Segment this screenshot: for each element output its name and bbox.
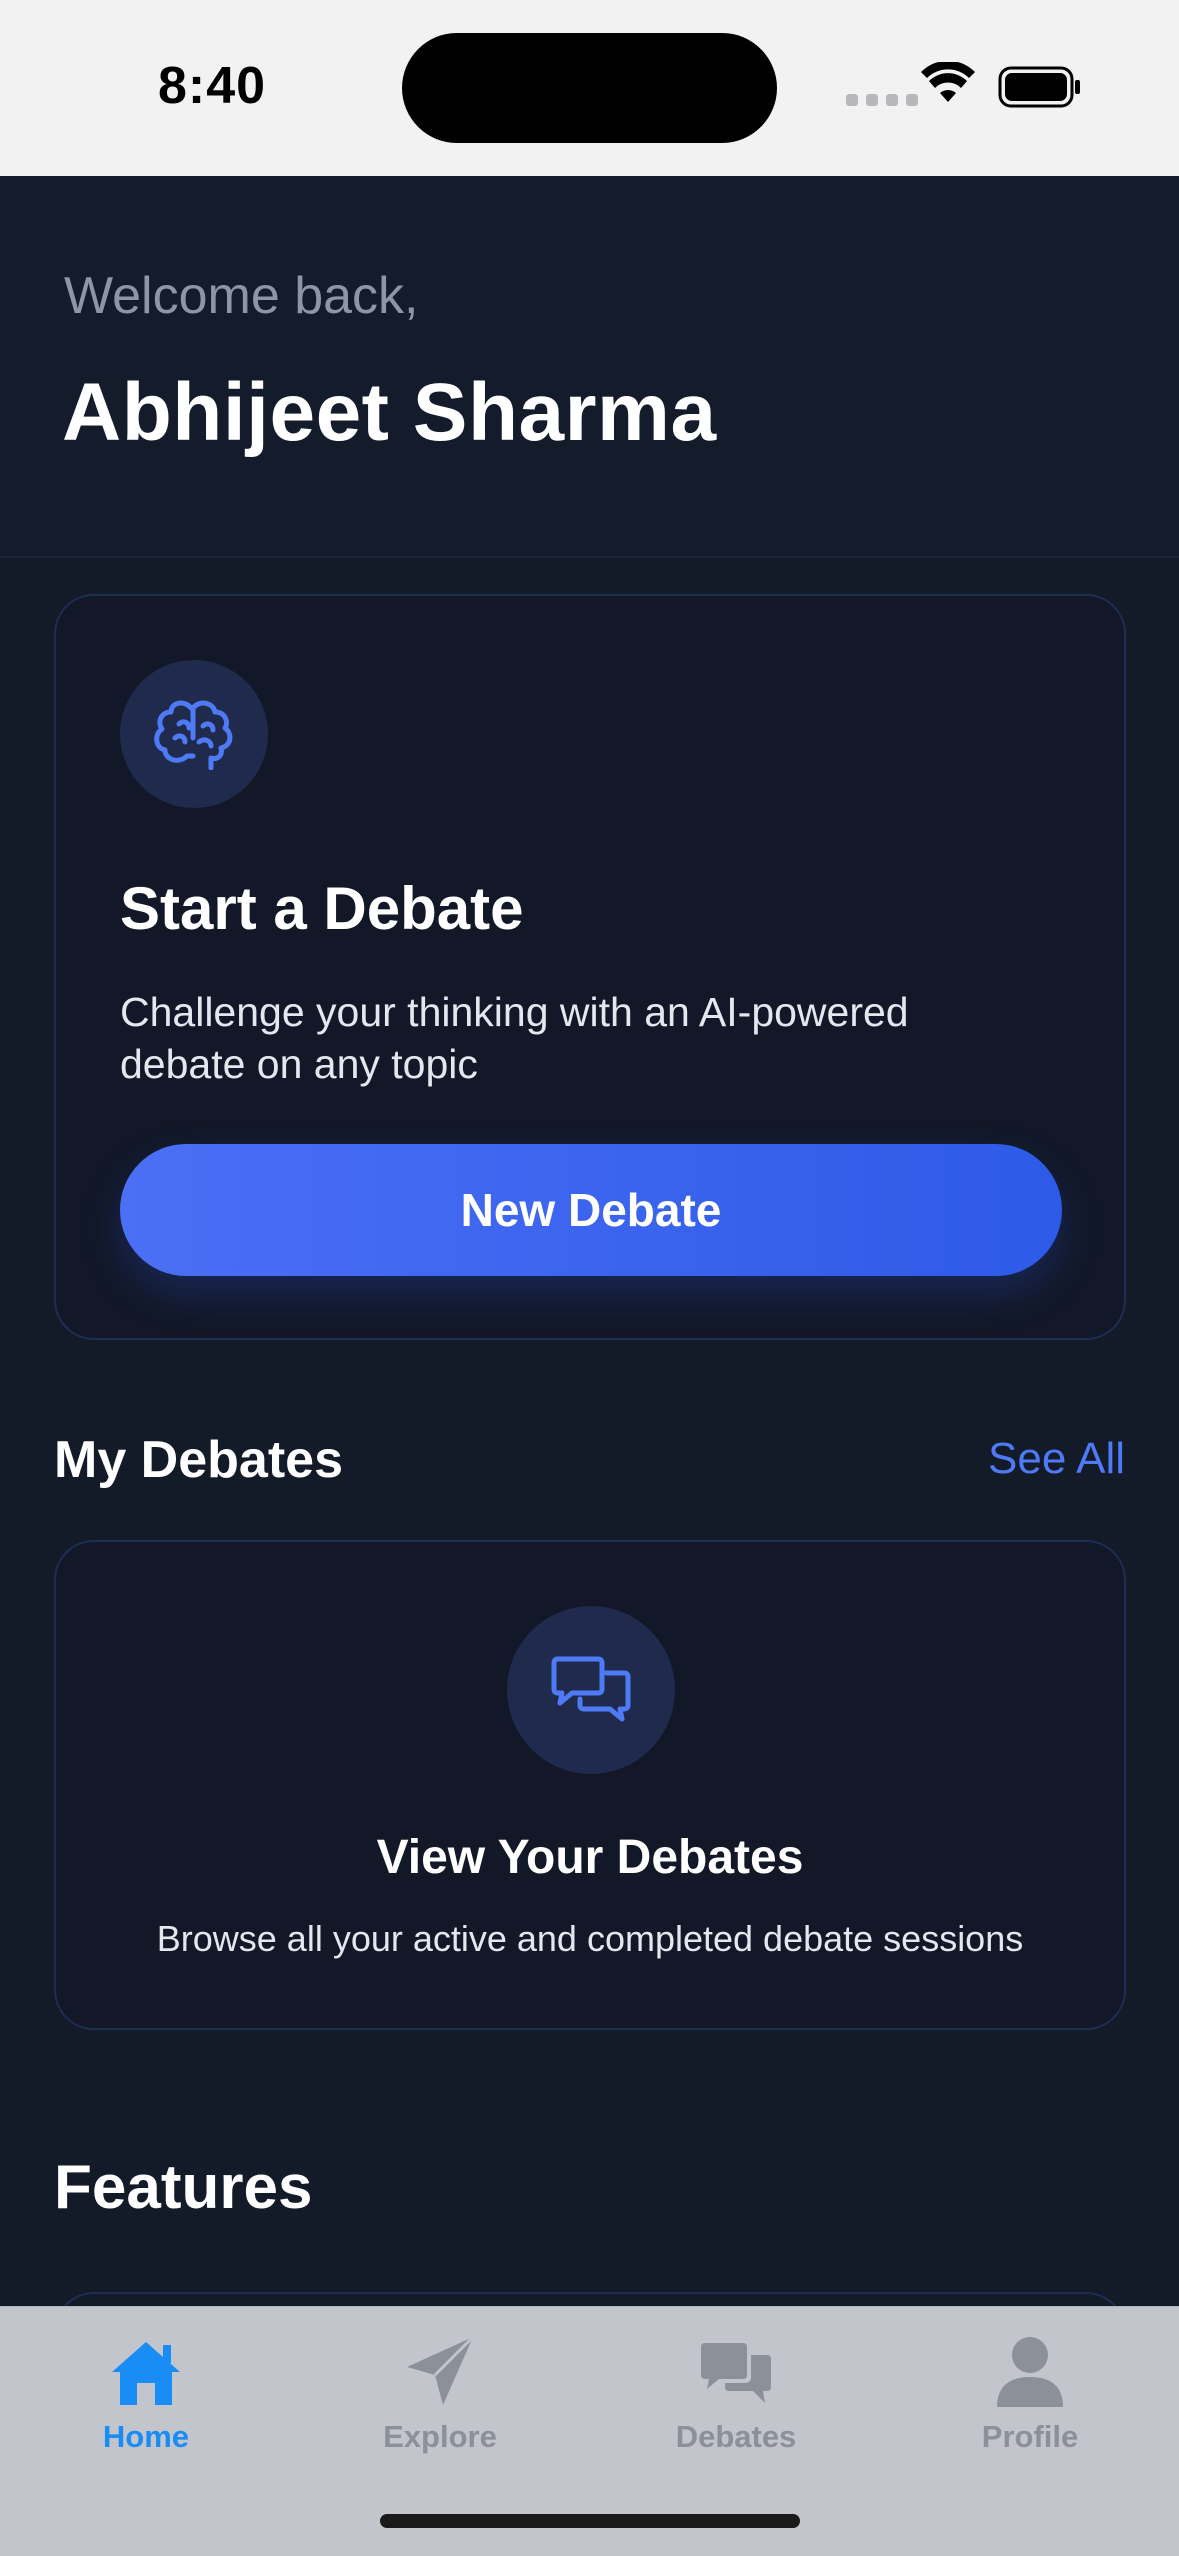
wifi-icon [921,62,975,102]
dynamic-island [402,33,777,143]
home-indicator[interactable] [380,2514,800,2528]
home-icon [109,2327,183,2407]
welcome-text: Welcome back, [64,267,419,325]
start-debate-description: Challenge your thinking with an AI-power… [120,989,909,1087]
tab-profile-label: Profile [981,2419,1079,2454]
tab-explore-label: Explore [383,2419,497,2454]
user-name: Abhijeet Sharma [62,367,717,458]
tab-debates[interactable]: Debates [636,2327,836,2467]
brain-icon [120,660,268,808]
cellular-signal-icon [846,94,918,106]
new-debate-button[interactable]: New Debate [120,1144,1062,1276]
tab-home[interactable]: Home [46,2327,246,2467]
view-debates-title: View Your Debates [376,1831,804,1884]
person-icon [995,2327,1065,2407]
start-debate-title: Start a Debate [120,875,524,942]
chat-bubbles-icon [507,1606,675,1774]
welcome-header: Welcome back, Abhijeet Sharma [0,176,1179,558]
my-debates-heading: My Debates [54,1431,343,1489]
battery-icon [998,66,1080,108]
start-debate-card: Start a Debate Challenge your thinking w… [54,594,1126,1340]
tab-explore[interactable]: Explore [340,2327,540,2467]
status-time: 8:40 [158,57,267,115]
features-heading: Features [54,2153,313,2222]
chat-bubbles-icon [697,2327,775,2407]
view-debates-description: Browse all your active and completed deb… [156,1918,1024,1959]
view-debates-card[interactable]: View Your Debates Browse all your active… [54,1540,1126,2030]
tab-profile[interactable]: Profile [930,2327,1130,2467]
status-bar: 8:40 [0,0,1179,176]
tab-debates-label: Debates [675,2419,797,2454]
paper-plane-icon [403,2327,477,2407]
see-all-link[interactable]: See All [988,1434,1125,1484]
tab-home-label: Home [102,2419,190,2454]
